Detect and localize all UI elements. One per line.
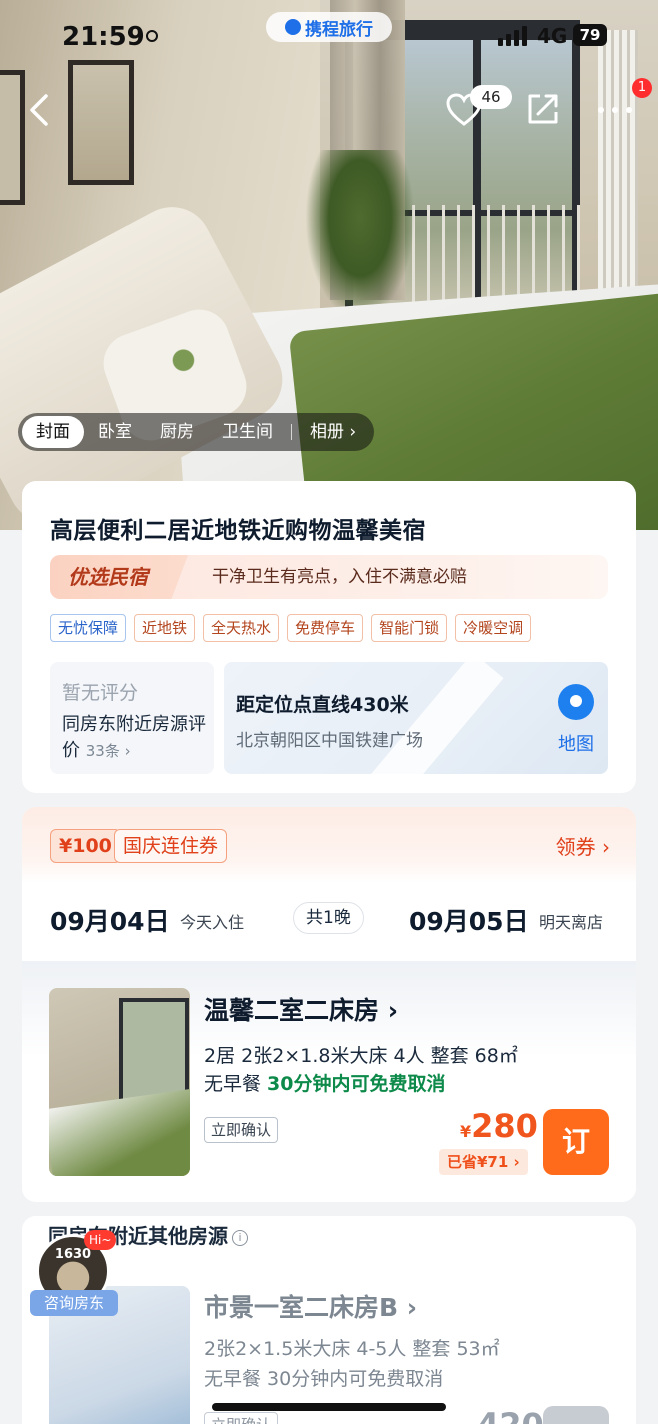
tab-album[interactable]: 相册 › [296,416,370,448]
contact-host-button[interactable]: 咨询房东 [30,1290,118,1316]
host-contact-widget[interactable]: 1630 Hi~ 咨询房东 [30,1230,120,1320]
tag-worry-free[interactable]: 无忧保障 [50,614,127,642]
home-indicator[interactable] [212,1403,446,1411]
nearby-instant-badge: 立即确认 [204,1412,279,1424]
network-type: 4G [537,24,568,48]
checkin-note: 今天入住 [180,913,245,932]
rating-box[interactable]: 暂无评分 同房东附近房源评价 33条 › [50,662,214,774]
price-value: 280 [471,1107,538,1145]
get-coupon-link[interactable]: 领券 › [556,831,610,860]
tag-free-parking: 免费停车 [287,614,364,642]
photo-frame [68,60,134,185]
nights-count: 共1晚 [293,902,364,934]
nearby-book-button[interactable] [543,1406,609,1424]
favorite-count: 46 [470,85,512,109]
no-score-label: 暂无评分 [62,682,139,704]
tab-cover[interactable]: 封面 [22,416,84,448]
quality-badge-bar[interactable]: 优选民宿 干净卫生有亮点，入住不满意必赔 [50,555,608,599]
host-greeting-badge: Hi~ [84,1230,117,1250]
room-item[interactable]: 温馨二室二床房 › 2居 2张2×1.8米大床 4人 整套 68㎡ 无早餐 30分… [22,961,636,1202]
date-selector[interactable]: 09月04日 今天入住 共1晚 09月05日 明天离店 [50,902,610,938]
checkout-note: 明天离店 [539,913,604,932]
distance-text: 距定位点直线430米 [236,694,409,716]
tag-near-subway: 近地铁 [134,614,196,642]
tag-hot-water: 全天热水 [203,614,280,642]
location-indicator-icon [146,30,158,42]
nearby-room-spec: 2张2×1.5米大床 4-5人 整套 53㎡ [204,1338,500,1360]
map-link[interactable]: 地图 [558,730,594,756]
quality-badge-text: 干净卫生有亮点，入住不满意必赔 [212,567,467,587]
map-road [344,662,504,774]
back-arrow-icon[interactable] [22,92,58,128]
room-thumbnail[interactable] [49,988,190,1176]
signal-icon [498,26,527,46]
share-icon[interactable] [524,90,562,128]
currency-symbol: ¥ [460,1122,472,1141]
book-button[interactable]: 订 [543,1109,609,1175]
meal-text: 无早餐 [204,1073,262,1095]
coupon-name: 国庆连住券 [114,829,228,863]
battery-icon: 79 [573,24,607,46]
room-spec: 2居 2张2×1.8米大床 4人 整套 68㎡ [204,1045,518,1067]
photo-frame [0,70,25,205]
amenity-tags: 无忧保障 近地铁 全天热水 免费停车 智能门锁 冷暖空调 [50,614,532,642]
address-text: 北京朝阳区中国铁建广场 [236,731,423,751]
brand-name: 携程旅行 [305,19,373,40]
tag-smart-lock: 智能门锁 [371,614,448,642]
ctrip-logo-icon [285,19,301,35]
tab-kitchen[interactable]: 厨房 [146,416,208,448]
coupon-strip: ¥100 国庆连住券 领券 › [22,807,636,883]
checkout-date[interactable]: 09月05日 [409,902,529,938]
photo-plant [305,150,415,320]
room-meal: 无早餐 30分钟内可免费取消 [204,1069,445,1096]
tag-air-conditioning: 冷暖空调 [455,614,532,642]
saved-amount-badge[interactable]: 已省¥71 › [439,1149,528,1175]
booking-card: ¥100 国庆连住券 领券 › 09月04日 今天入住 共1晚 09月05日 明… [22,807,636,1202]
review-count: 33条 › [85,742,131,760]
free-cancel-text: 30分钟内可免费取消 [267,1073,446,1095]
photo-category-tabs: 封面 卧室 厨房 卫生间 相册 › [18,413,375,451]
listing-info-card: 高层便利二居近地铁近购物温馨美宿 优选民宿 干净卫生有亮点，入住不满意必赔 无忧… [22,481,636,793]
location-map-box[interactable]: 距定位点直线430米 北京朝阳区中国铁建广场 地图 [224,662,608,774]
quality-badge-label: 优选民宿 [50,555,188,599]
photo-radiator [598,30,638,330]
status-time: 21:59 [62,22,145,52]
brand-pill[interactable]: 携程旅行 [266,12,392,42]
tab-bedroom[interactable]: 卧室 [84,416,146,448]
status-bar: 21:59 携程旅行 4G 79 [0,0,658,70]
coupon-amount: ¥100 [50,829,121,863]
listing-title: 高层便利二居近地铁近购物温馨美宿 [50,518,426,544]
tab-divider [291,424,292,440]
instant-confirm-badge: 立即确认 [204,1117,279,1143]
nearby-reviews-link: 同房东附近房源评价 33条 › [62,712,212,764]
checkin-date[interactable]: 09月04日 [50,902,170,938]
nearby-room-meal: 无早餐 30分钟内可免费取消 [204,1368,444,1390]
notification-badge: 1 [632,78,652,98]
info-icon[interactable]: i [232,1229,248,1246]
more-options-icon[interactable] [598,100,642,120]
nearby-room-name[interactable]: 市景一室二床房B › [204,1288,417,1324]
room-price: ¥280 [460,1107,538,1145]
nearby-reviews-label: 同房东附近房源评价 [62,714,206,761]
map-pin-icon[interactable] [558,684,594,720]
tab-bathroom[interactable]: 卫生间 [208,416,287,448]
room-name[interactable]: 温馨二室二床房 › [204,991,398,1027]
nearby-price: 420 [477,1406,544,1424]
